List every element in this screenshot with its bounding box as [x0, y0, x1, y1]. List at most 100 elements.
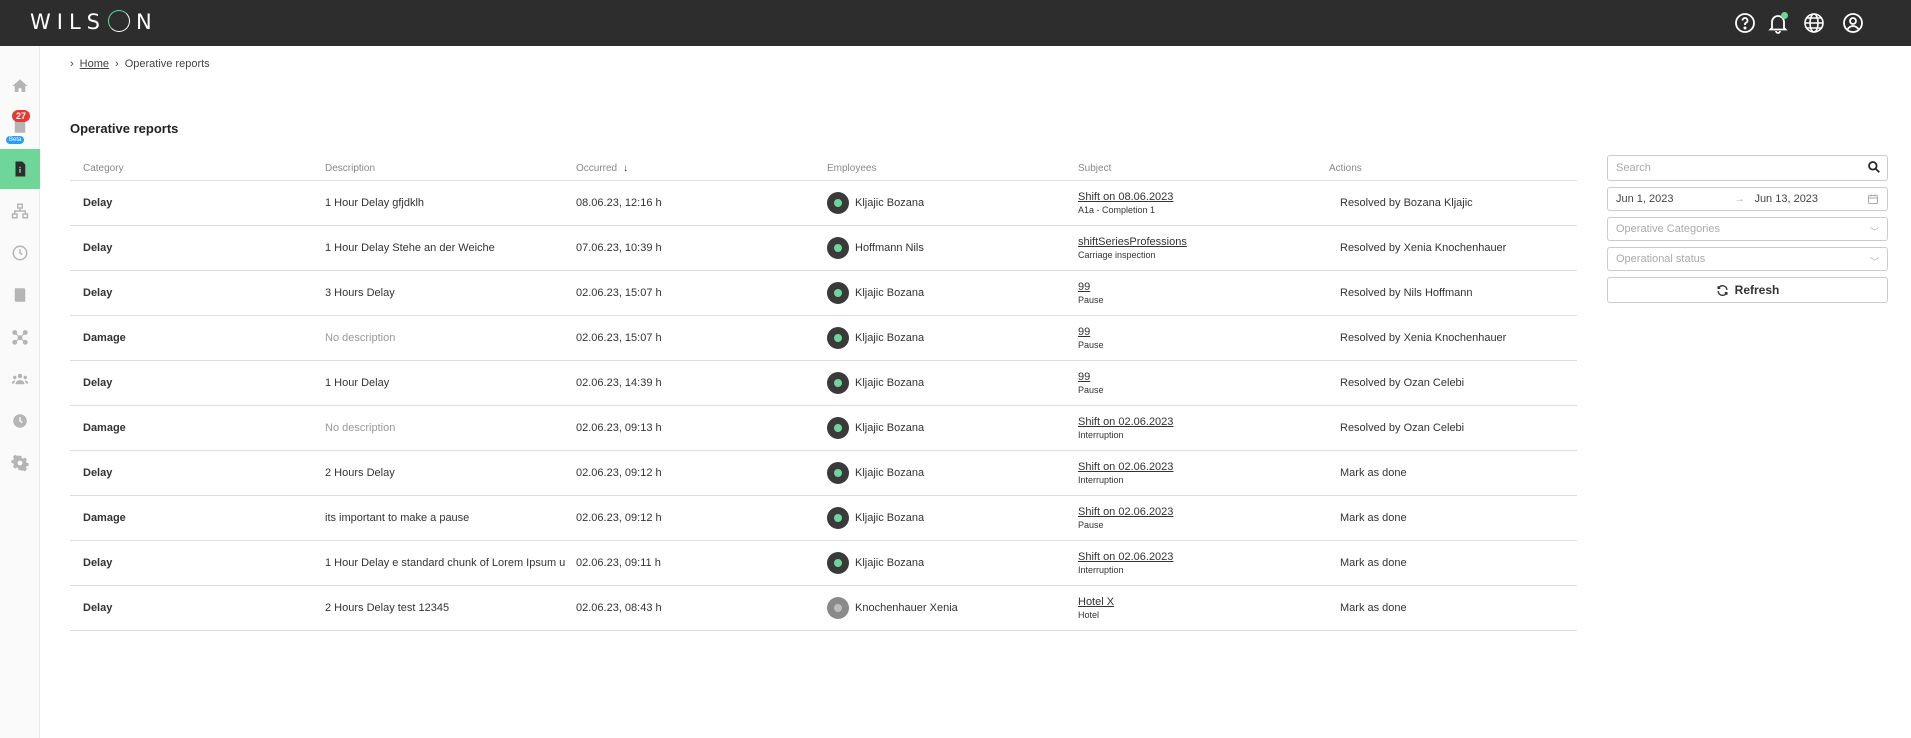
cell-action[interactable]: Mark as done	[1325, 557, 1577, 569]
cell-action[interactable]: Resolved by Ozan Celebi	[1325, 422, 1577, 434]
book-icon	[14, 288, 26, 302]
cell-occurred: 02.06.23, 14:39 h	[576, 377, 662, 389]
subject-link[interactable]: Shift on 08.06.2023	[1078, 191, 1325, 203]
table-row[interactable]: Damage its important to make a pause 02.06…	[70, 496, 1577, 541]
column-header-subject[interactable]: Subject	[1074, 163, 1325, 174]
notification-dot	[1781, 12, 1788, 19]
avatar	[827, 327, 849, 349]
subject-link[interactable]: Shift on 02.06.2023	[1078, 461, 1325, 473]
notification-bell-icon[interactable]	[1766, 11, 1790, 35]
table-row[interactable]: Damage No description 02.06.23, 15:07 h Klj…	[70, 316, 1577, 361]
user-icon	[834, 289, 842, 297]
subject-link[interactable]: Shift on 02.06.2023	[1078, 416, 1325, 428]
refresh-button[interactable]: Refresh	[1607, 277, 1888, 303]
table-row[interactable]: Delay 3 Hours Delay 02.06.23, 15:07 h Kljaj…	[70, 271, 1577, 316]
subject-detail: Pause	[1078, 295, 1104, 305]
table-header: Category Description Occurred ↓ Employees…	[70, 157, 1577, 181]
top-bar: WILS N	[0, 0, 1911, 46]
cell-action[interactable]: Resolved by Xenia Knochenhauer	[1325, 242, 1577, 254]
report-document-icon	[15, 161, 26, 177]
table-row[interactable]: Damage No description 02.06.23, 09:13 h Klj…	[70, 406, 1577, 451]
subject-link[interactable]: Shift on 02.06.2023	[1078, 506, 1325, 518]
cell-employee: Kljajic Bozana	[823, 282, 1074, 304]
beta-badge: Beta	[6, 136, 25, 144]
column-header-employees[interactable]: Employees	[823, 163, 1074, 174]
cell-action[interactable]: Mark as done	[1325, 602, 1577, 614]
user-icon	[834, 199, 842, 207]
wilson-logo[interactable]: WILS N	[30, 10, 158, 34]
cell-category: Delay	[83, 467, 113, 479]
column-header-category[interactable]: Category	[70, 163, 321, 174]
table-row[interactable]: Delay 2 Hours Delay 02.06.23, 09:12 h Kljaj…	[70, 451, 1577, 496]
sidebar-item-network[interactable]	[0, 317, 40, 357]
cell-action[interactable]: Resolved by Ozan Celebi	[1325, 377, 1577, 389]
cell-subject: 99 Pause	[1074, 371, 1325, 395]
cell-subject: shiftSeriesProfessions Carriage inspectio…	[1074, 236, 1325, 260]
search-icon[interactable]	[1867, 160, 1881, 174]
help-icon[interactable]	[1733, 11, 1757, 35]
sidebar-item-home[interactable]	[0, 66, 40, 106]
column-header-description[interactable]: Description	[321, 163, 572, 174]
cell-subject: Hotel X Hotel	[1074, 596, 1325, 620]
date-range-picker[interactable]: Jun 1, 2023 → Jun 13, 2023	[1607, 187, 1888, 211]
cell-category: Delay	[83, 557, 113, 569]
cell-action[interactable]: Resolved by Nils Hoffmann	[1325, 287, 1577, 299]
employee-name: Kljajic Bozana	[855, 332, 925, 344]
table-row[interactable]: Delay 1 Hour Delay gfjdklh 08.06.23, 12:16…	[70, 181, 1577, 226]
clock-icon	[12, 245, 28, 261]
cell-subject: Shift on 08.06.2023 A1a - Completion 1	[1074, 191, 1325, 215]
sidebar-item-reports-beta[interactable]: 27 Beta	[0, 106, 40, 146]
sidebar-item-history[interactable]	[0, 401, 40, 441]
sidebar-item-operative-reports[interactable]	[0, 149, 40, 189]
subject-detail: Pause	[1078, 385, 1104, 395]
cell-description: 3 Hours Delay	[325, 287, 395, 299]
subject-link[interactable]: 99	[1078, 281, 1325, 293]
cell-category: Delay	[83, 242, 113, 254]
avatar	[827, 282, 849, 304]
subject-link[interactable]: Shift on 02.06.2023	[1078, 551, 1325, 563]
cell-description: 1 Hour Delay gfjdklh	[325, 197, 425, 209]
gear-icon	[11, 454, 29, 472]
subject-link[interactable]: Hotel X	[1078, 596, 1325, 608]
sort-descending-icon[interactable]: ↓	[623, 163, 628, 174]
cell-action[interactable]: Resolved by Bozana Kljajic	[1325, 197, 1577, 209]
sidebar-item-users[interactable]	[0, 359, 40, 399]
date-from[interactable]: Jun 1, 2023	[1616, 193, 1674, 205]
chevron-down-icon: ﹀	[1869, 227, 1879, 237]
language-globe-icon[interactable]	[1802, 11, 1826, 35]
search-input[interactable]: Search	[1607, 155, 1888, 181]
avatar	[827, 417, 849, 439]
employee-name: Kljajic Bozana	[855, 557, 925, 569]
calendar-icon[interactable]	[1867, 193, 1879, 205]
cell-employee: Kljajic Bozana	[823, 372, 1074, 394]
network-nodes-icon	[12, 330, 28, 345]
sidebar-item-time[interactable]	[0, 233, 40, 273]
operational-status-select[interactable]: Operational status ﹀	[1607, 247, 1888, 271]
cell-category: Damage	[83, 422, 126, 434]
cell-action[interactable]: Mark as done	[1325, 512, 1577, 524]
sidebar-item-book[interactable]	[0, 275, 40, 315]
sidebar-item-org-structure[interactable]	[0, 191, 40, 231]
subject-link[interactable]: 99	[1078, 326, 1325, 338]
user-account-icon[interactable]	[1841, 11, 1865, 35]
cell-action[interactable]: Resolved by Xenia Knochenhauer	[1325, 332, 1577, 344]
column-header-occurred-label: Occurred	[576, 163, 618, 174]
sidebar-item-settings[interactable]	[0, 443, 40, 483]
operative-categories-select[interactable]: Operative Categories ﹀	[1607, 217, 1888, 241]
table-row[interactable]: Delay 1 Hour Delay 02.06.23, 14:39 h Kljaji…	[70, 361, 1577, 406]
table-row[interactable]: Delay 2 Hours Delay test 12345 02.06.23, 0…	[70, 586, 1577, 631]
subject-link[interactable]: 99	[1078, 371, 1325, 383]
column-header-occurred[interactable]: Occurred ↓	[572, 163, 823, 174]
subject-detail: Carriage inspection	[1078, 250, 1156, 260]
cell-employee: Kljajic Bozana	[823, 552, 1074, 574]
cell-employee: Kljajic Bozana	[823, 417, 1074, 439]
subject-detail: Pause	[1078, 520, 1104, 530]
user-icon	[834, 469, 842, 477]
subject-link[interactable]: shiftSeriesProfessions	[1078, 236, 1325, 248]
table-row[interactable]: Delay 1 Hour Delay Stehe an der Weiche 07.…	[70, 226, 1577, 271]
table-row[interactable]: Delay 1 Hour Delay e standard chunk of Lo…	[70, 541, 1577, 586]
cell-action[interactable]: Mark as done	[1325, 467, 1577, 479]
breadcrumb-home-link[interactable]: Home	[80, 58, 109, 70]
user-icon	[834, 244, 842, 252]
date-to[interactable]: Jun 13, 2023	[1754, 193, 1818, 205]
